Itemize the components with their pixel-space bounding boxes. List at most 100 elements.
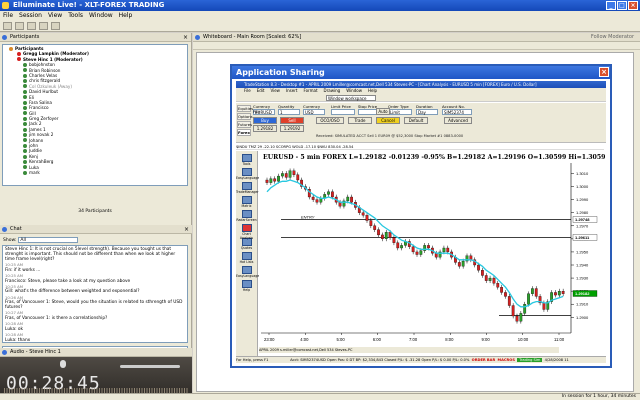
sell-button[interactable]: Sell [280, 117, 304, 124]
ask-price-button[interactable]: 1.29192 [280, 125, 304, 132]
y-tick-label: 1.2930 [576, 276, 589, 281]
appshare-close-icon[interactable]: × [599, 67, 609, 77]
duration-select[interactable]: Day [416, 109, 438, 115]
chart-area: $INDU TMZ 29 -22.10 SCORPG WOLD -17.10 $… [236, 144, 606, 364]
x-tick-label: 10:00 [518, 337, 529, 342]
currency-field: Currency USD [303, 104, 325, 115]
user-icon [17, 57, 21, 62]
minimize-icon[interactable]: _ [606, 1, 616, 10]
chat-message-text: Steve Hinc 1: It is not crucial on 5leve… [5, 247, 176, 262]
y-tick-label: 1.2950 [576, 249, 589, 254]
menu-view[interactable]: View [48, 11, 62, 20]
toolbar-display-icon[interactable] [27, 22, 36, 30]
shortcut-trademanager[interactable]: TradeManager [236, 182, 259, 194]
default-button[interactable]: Default [404, 117, 428, 124]
oco-oso-button[interactable]: OCO/OSO [316, 117, 344, 124]
user-icon [23, 159, 27, 164]
quantity-input[interactable]: 1 [278, 109, 300, 115]
currency-pair-input[interactable]: EURUSD [253, 109, 275, 115]
shortcut-matrix[interactable]: Matrix [236, 196, 257, 208]
chat-close-icon[interactable]: × [184, 225, 189, 234]
toolbar-hand-icon[interactable] [15, 22, 24, 30]
app-titlebar: Elluminate Live! - XLT-FOREX TRADING _ □… [0, 0, 640, 11]
auto-button[interactable]: Auto [376, 108, 390, 115]
shortcut-tools[interactable]: Tools [236, 154, 257, 166]
trade-button[interactable]: Trade [348, 117, 372, 124]
chat-filter-select[interactable]: All [18, 237, 79, 243]
tab-futures[interactable]: Futures [237, 121, 252, 128]
shortcut-icon [241, 182, 252, 190]
y-tick-label: 1.3000 [576, 184, 589, 189]
tab-options[interactable]: Options [237, 113, 253, 120]
order-type-select[interactable]: Limit [388, 109, 412, 115]
chart-info-line: $INDU TMZ 29 -22.10 SCORPG WOLD -17.10 $… [236, 144, 604, 150]
close-icon[interactable]: × [628, 1, 638, 10]
workspace-dropdown[interactable]: Window workspace [326, 95, 376, 101]
candle-body [392, 237, 396, 243]
participants-list[interactable]: Participants Gregg Lampkin (Moderator) Ste… [2, 44, 188, 186]
user-icon [23, 95, 27, 100]
advanced-button[interactable]: Advanced [444, 117, 472, 124]
account-select[interactable]: SIM52374 [442, 109, 472, 115]
menu-window[interactable]: Window [89, 11, 113, 20]
menu-session[interactable]: Session [19, 11, 42, 20]
chat-message-text: Fras, of Vancouver 1: is there a correla… [5, 315, 108, 321]
buy-button[interactable]: Buy [253, 117, 277, 124]
toolbar-settings-icon[interactable] [51, 22, 60, 30]
follow-moderator[interactable]: Follow Moderator [591, 33, 634, 42]
tradestation-shortcut-bar: Tools EasyLanguage TradeManager Matrix Radar… [236, 151, 260, 356]
candle-body [507, 296, 511, 306]
candle-body [292, 170, 296, 175]
volume-slider[interactable] [120, 365, 180, 368]
tab-equities[interactable]: Equities [237, 105, 253, 112]
candle-body [534, 288, 538, 297]
shortcut-icon [241, 196, 252, 204]
menu-help[interactable]: Help [119, 11, 133, 20]
chat-message: 10:28 AM Luka: ok [5, 322, 185, 332]
eurusd-chart[interactable]: EURUSD - 5 min FOREX L=1.29182 -0.01239 … [259, 151, 605, 347]
chat-log[interactable]: Steve Hinc 1: It is not crucial on 5leve… [2, 245, 188, 343]
currency-input[interactable]: USD [303, 109, 325, 115]
toolbar-user-icon[interactable] [3, 22, 12, 30]
shortcut-easylanguage[interactable]: EasyLanguage [236, 168, 259, 180]
shortcut-radarscreen[interactable]: RadarScreen [236, 210, 257, 222]
participant-item[interactable]: mark [5, 170, 185, 175]
whiteboard-icon [195, 35, 200, 40]
menu-file[interactable]: File [3, 11, 13, 20]
candle-body [400, 245, 403, 249]
candle-body [496, 283, 500, 288]
microphone-icon[interactable] [60, 360, 66, 368]
bid-price-button[interactable]: 1.29182 [253, 125, 277, 132]
menu-tools[interactable]: Tools [68, 11, 83, 20]
shortcut-hot-lists[interactable]: Hot Lists [236, 252, 257, 264]
candle-body [277, 175, 280, 182]
cancel-button[interactable]: Cancel [376, 117, 400, 124]
tab-forex[interactable]: Forex [237, 129, 251, 136]
shortcut-label: TradeManager [236, 190, 259, 194]
shortcut-chart-analysis[interactable]: Chart Analysis [236, 224, 257, 240]
shortcut-help[interactable]: Help [236, 280, 257, 292]
candle-body [481, 270, 484, 276]
chat-message: 10:26 AM Fras, of Vancouver 1: Steve, wou… [5, 295, 185, 310]
shortcut-icon [241, 154, 252, 162]
user-icon [23, 89, 27, 94]
shortcut-easylanguage[interactable]: EasyLanguage [236, 266, 260, 278]
participants-close-icon[interactable]: × [183, 33, 188, 42]
toolbar-share-icon[interactable] [39, 22, 48, 30]
shortcut-label: Tools [242, 162, 251, 166]
workspace-tabs[interactable]: APRIL 2009 s.miller@comcast.net,Dell 534… [259, 347, 559, 353]
y-tick-label: 1.2970 [576, 223, 589, 228]
y-tick-label: 1.2980 [576, 210, 589, 215]
maximize-icon[interactable]: □ [617, 1, 627, 10]
limit-price-input[interactable] [331, 109, 355, 115]
chat-message: 10:25 AM Gill: what's the difference betw… [5, 284, 185, 294]
candle-body [396, 242, 400, 249]
chat-message-text: Luka: thanx [5, 337, 31, 343]
shortcut-label: EasyLanguage [236, 274, 260, 278]
shortcut-icon [241, 168, 252, 176]
candle-body [373, 225, 377, 230]
group-icon [9, 46, 13, 51]
chat-message: Steve Hinc 1: It is not crucial on 5leve… [5, 247, 185, 262]
user-icon [23, 132, 27, 137]
price-label: 1.29182 [575, 291, 590, 296]
